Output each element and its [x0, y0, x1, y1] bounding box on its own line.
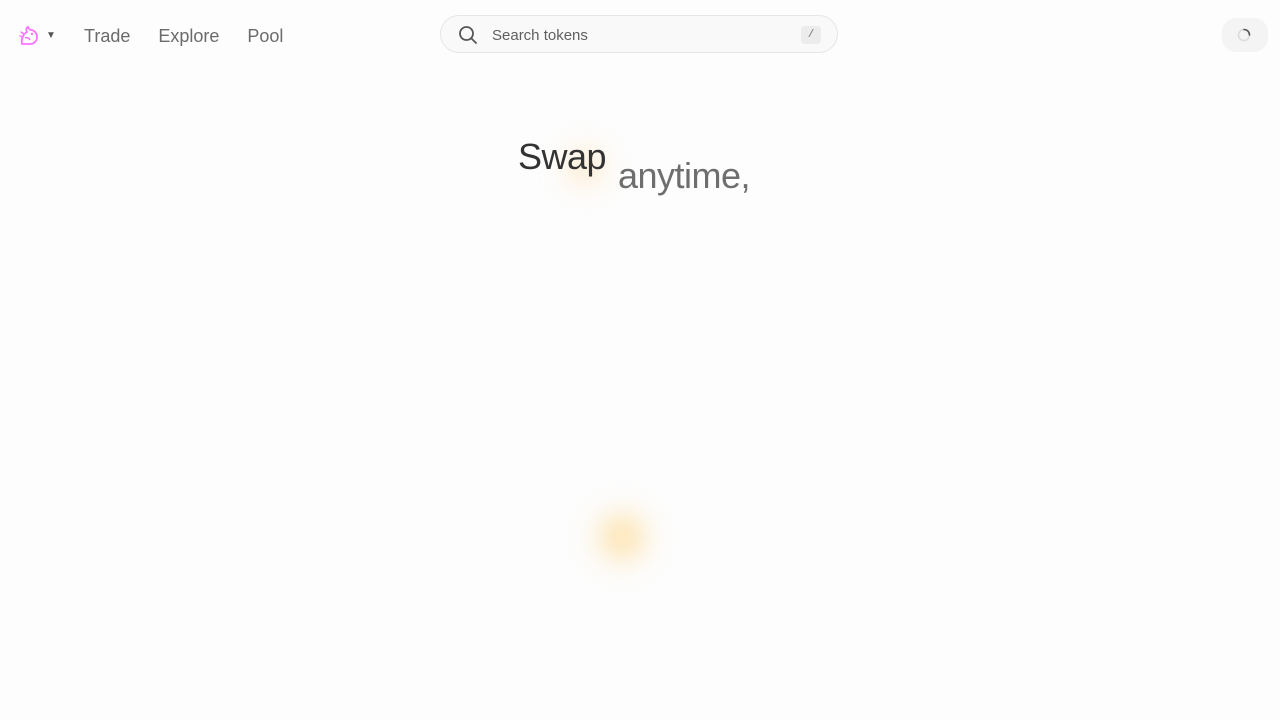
hero-word-swap: Swap: [518, 136, 607, 177]
loading-spinner-icon: [1237, 28, 1251, 42]
page: Swap anytime, ▼ Trade Explore Pool Searc…: [0, 0, 1280, 720]
account-button[interactable]: [1222, 18, 1268, 52]
search-input[interactable]: [490, 16, 794, 54]
caret-down-icon: ▼: [46, 30, 56, 41]
hero-glow-bottom: [590, 505, 654, 569]
search-icon: [458, 25, 478, 45]
hero-word-anytime: anytime,: [618, 155, 751, 196]
nav-links: Trade Explore Pool: [84, 24, 283, 48]
nav-link-explore[interactable]: Explore: [158, 24, 219, 48]
search-hotkey-badge: /: [801, 26, 821, 44]
nav-link-pool[interactable]: Pool: [247, 24, 283, 48]
search-bar[interactable]: /: [440, 15, 838, 54]
navbar: ▼ Trade Explore Pool /: [0, 0, 1280, 72]
hero: Swap anytime,: [0, 0, 1280, 720]
nav-link-trade[interactable]: Trade: [84, 24, 130, 48]
logo-menu-button[interactable]: ▼: [18, 24, 56, 48]
uniswap-unicorn-icon: [18, 25, 40, 47]
